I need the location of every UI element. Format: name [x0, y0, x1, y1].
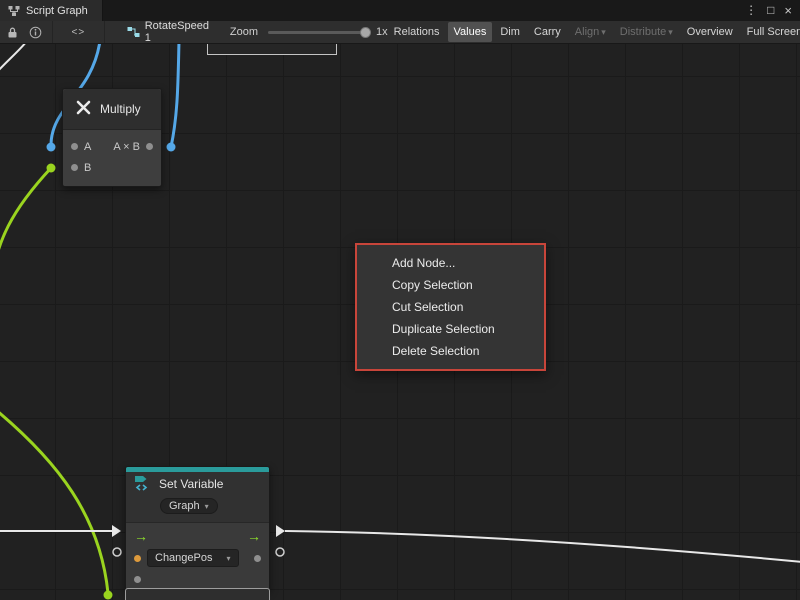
multiply-node-header[interactable]: Multiply	[63, 89, 161, 130]
dim-button[interactable]: Dim	[494, 22, 526, 42]
wire-white-right[interactable]	[285, 531, 800, 562]
zoom-slider-handle[interactable]	[360, 27, 371, 38]
toolbar-buttons: Relations Values Dim Carry Align▾ Distri…	[388, 21, 800, 43]
node-multiply[interactable]: Multiply A A × B B	[62, 88, 162, 187]
partially-visible-node-top[interactable]	[207, 44, 337, 55]
graph-reference[interactable]: RotateSpeed 1	[127, 20, 216, 44]
unity-script-graph-window: Script Graph ⋮ □ × <>	[0, 0, 800, 600]
empty-port-ring-left[interactable]	[113, 548, 121, 556]
input-port-a-label: A	[84, 141, 91, 153]
carry-button[interactable]: Carry	[528, 22, 567, 42]
zoom-control: Zoom 1x	[230, 26, 388, 38]
port-connection-blue-a[interactable]	[47, 143, 56, 152]
chevron-down-icon: ▾	[668, 27, 673, 37]
graph-toolbar: <> RotateSpeed 1 Zoom 1x Relations Value…	[0, 21, 800, 44]
flow-arrowhead-left[interactable]	[112, 525, 121, 537]
variable-row: ChangePos ▾	[126, 547, 269, 569]
window-controls: ⋮ □ ×	[745, 0, 800, 21]
script-graph-icon	[8, 5, 20, 17]
graph-reference-label: RotateSpeed 1	[145, 20, 216, 44]
node-set-variable[interactable]: Set Variable Graph ▾ → → ChangePos ▾	[125, 466, 270, 590]
wire-blue-output[interactable]	[171, 44, 179, 147]
multiply-node-body: A A × B B	[63, 130, 161, 186]
variable-output-port[interactable]	[254, 555, 261, 562]
menu-item-delete-selection[interactable]: Delete Selection	[357, 340, 544, 362]
input-port-a[interactable]	[71, 143, 78, 150]
titlebar: Script Graph ⋮ □ ×	[0, 0, 800, 21]
menu-item-add-node[interactable]: Add Node...	[357, 252, 544, 274]
wire-white-topleft[interactable]	[0, 44, 27, 72]
zoom-label: Zoom	[230, 26, 258, 38]
port-connection-green-bottom[interactable]	[104, 591, 113, 600]
partially-visible-node-bottom[interactable]	[125, 588, 270, 600]
flow-input-port[interactable]: →	[134, 529, 148, 543]
wire-green-lower[interactable]	[0, 410, 108, 593]
multiply-row-b: B	[63, 157, 161, 178]
chevron-down-icon: ▾	[205, 502, 209, 511]
chevron-down-icon: ▾	[227, 554, 231, 563]
multiply-node-title: Multiply	[100, 102, 141, 116]
multiply-icon	[75, 99, 92, 119]
empty-port-ring-right[interactable]	[276, 548, 284, 556]
context-menu: Add Node... Copy Selection Cut Selection…	[355, 243, 546, 371]
overview-button[interactable]: Overview	[681, 22, 739, 42]
variable-scope-dropdown[interactable]: Graph ▾	[160, 498, 218, 514]
flow-ports-row: → →	[126, 525, 269, 547]
menu-item-cut-selection[interactable]: Cut Selection	[357, 296, 544, 318]
flow-output-port[interactable]: →	[247, 529, 261, 543]
port-connection-blue-out[interactable]	[167, 143, 176, 152]
graph-canvas[interactable]: Multiply A A × B B	[0, 44, 800, 600]
menu-item-duplicate-selection[interactable]: Duplicate Selection	[357, 318, 544, 340]
output-port[interactable]	[146, 143, 153, 150]
code-view-button[interactable]: <>	[52, 21, 105, 43]
menu-item-copy-selection[interactable]: Copy Selection	[357, 274, 544, 296]
value-input-row	[126, 569, 269, 589]
tab-label: Script Graph	[26, 5, 88, 17]
zoom-value: 1x	[376, 26, 388, 38]
output-port-label: A × B	[113, 141, 140, 153]
multiply-row-a: A A × B	[63, 136, 161, 157]
variable-name-port[interactable]	[134, 555, 141, 562]
window-menu-icon[interactable]: ⋮	[745, 0, 757, 21]
input-port-b[interactable]	[71, 164, 78, 171]
port-connection-green-b[interactable]	[47, 164, 56, 173]
wire-green-upper[interactable]	[0, 168, 51, 276]
variable-name-label: ChangePos	[155, 552, 213, 564]
values-button[interactable]: Values	[448, 22, 493, 42]
fullscreen-button[interactable]: Full Screen	[741, 22, 800, 42]
set-variable-icon	[134, 474, 152, 495]
info-icon[interactable]	[29, 26, 42, 39]
input-port-b-label: B	[84, 162, 91, 174]
maximize-icon[interactable]: □	[767, 0, 774, 21]
set-variable-header[interactable]: Set Variable Graph ▾	[126, 472, 269, 523]
variable-name-dropdown[interactable]: ChangePos ▾	[147, 549, 239, 567]
distribute-dropdown[interactable]: Distribute▾	[614, 22, 679, 42]
set-variable-title: Set Variable	[159, 477, 223, 491]
flow-arrowhead-right[interactable]	[276, 525, 285, 537]
value-input-port[interactable]	[134, 576, 141, 583]
tab-script-graph[interactable]: Script Graph	[0, 0, 103, 21]
chevron-down-icon: ▾	[601, 27, 606, 37]
relations-button[interactable]: Relations	[388, 22, 446, 42]
zoom-slider[interactable]	[268, 31, 368, 34]
code-icon: <>	[72, 27, 86, 38]
graph-asset-icon	[127, 26, 140, 38]
variable-scope-label: Graph	[169, 500, 200, 512]
lock-icon[interactable]	[6, 26, 19, 39]
close-icon[interactable]: ×	[784, 0, 792, 21]
align-dropdown[interactable]: Align▾	[569, 22, 612, 42]
